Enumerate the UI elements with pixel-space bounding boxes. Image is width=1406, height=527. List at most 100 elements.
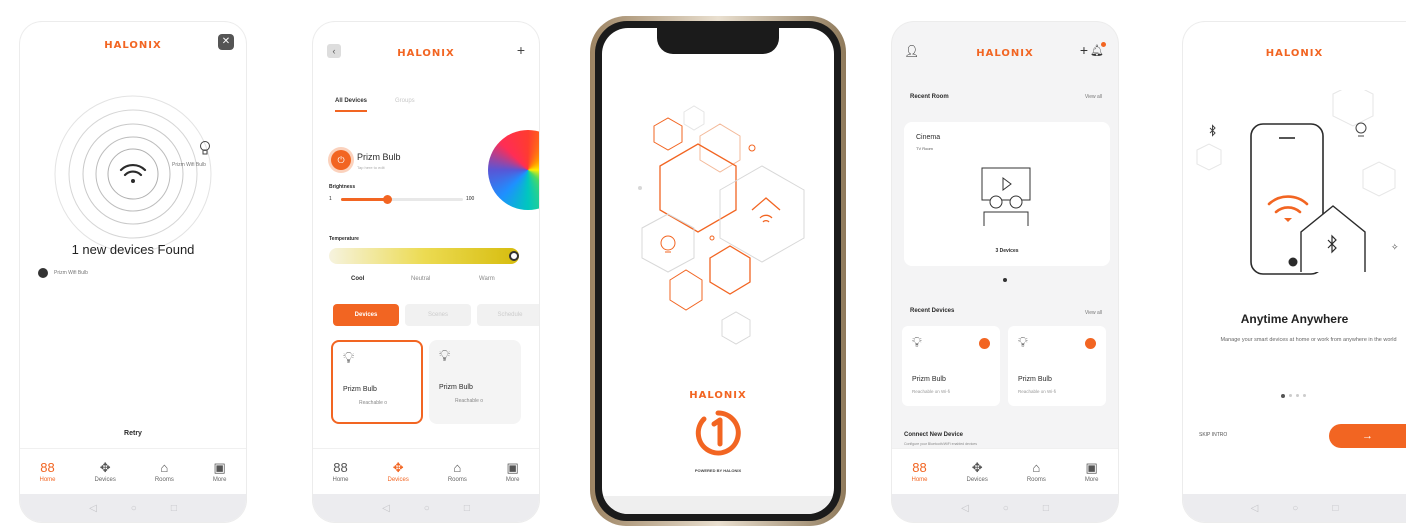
- found-device-row[interactable]: Prizm Wifi Bulb: [38, 268, 88, 278]
- rooms-icon: ⌂: [453, 459, 462, 475]
- system-nav-bar: ◁ ○ □: [313, 494, 539, 522]
- chip-scenes[interactable]: Scenes: [405, 304, 471, 326]
- home-circle-icon[interactable]: ○: [131, 503, 137, 514]
- bulb-small-icon: [1355, 122, 1367, 137]
- add-button[interactable]: +: [1080, 42, 1088, 58]
- device-name: Prizm Bulb: [357, 152, 401, 162]
- brand-logo: HALONIX: [104, 40, 162, 51]
- recent-device-card[interactable]: 💡︎ Prizm Bulb Reachable on Wi-fi: [902, 326, 1000, 406]
- temp-warm[interactable]: Warm: [479, 276, 495, 282]
- bluetooth-small-icon: [1209, 124, 1216, 137]
- nav-rooms[interactable]: ⌂ Rooms: [1027, 461, 1046, 483]
- recents-icon[interactable]: □: [1043, 503, 1049, 514]
- power-dot[interactable]: [979, 338, 990, 349]
- wifi-icon: [1267, 195, 1309, 214]
- nav-devices[interactable]: ✥ Devices: [966, 461, 987, 483]
- found-device-tag: Prizm Wifi Bulb: [172, 162, 206, 168]
- onboarding-body: Manage your smart devices at home or wor…: [1220, 337, 1397, 343]
- temperature-slider[interactable]: [329, 248, 519, 264]
- halonix-one-logo: [695, 410, 741, 456]
- more-icon: ▣: [1085, 459, 1098, 475]
- home-circle-icon[interactable]: ○: [1292, 503, 1298, 514]
- nav-rooms[interactable]: ⌂ Rooms: [448, 461, 467, 483]
- more-icon: ▣: [213, 459, 226, 475]
- svg-text:✧: ✧: [1391, 243, 1399, 253]
- brightness-label: Brightness: [329, 184, 356, 190]
- rooms-icon: ⌂: [160, 459, 169, 475]
- bulb-icon: 💡︎: [912, 334, 922, 350]
- bottom-nav: 88 Home ✥ Devices ⌂ Rooms ▣ More: [20, 448, 246, 494]
- device-card-selected[interactable]: 💡︎ Prizm Bulb Reachable o: [331, 340, 423, 424]
- brand-logo: HALONIX: [689, 390, 747, 401]
- chip-schedule[interactable]: Schedule: [477, 304, 539, 326]
- view-all-rooms[interactable]: View all: [1085, 94, 1102, 100]
- recents-icon[interactable]: □: [464, 503, 470, 514]
- bulb-icon: 💡︎: [1018, 334, 1028, 350]
- connect-device-title[interactable]: Connect New Device: [904, 432, 963, 438]
- next-button[interactable]: →: [1329, 424, 1406, 448]
- retry-button[interactable]: Retry: [20, 430, 246, 437]
- bulb-icon: [200, 141, 210, 155]
- home-grid-icon: 88: [40, 459, 55, 475]
- back-icon[interactable]: ◁: [961, 503, 969, 514]
- nav-home[interactable]: 88 Home: [332, 461, 348, 483]
- recents-icon[interactable]: □: [1332, 503, 1338, 514]
- chip-devices[interactable]: Devices: [333, 304, 399, 326]
- skip-intro-button[interactable]: SKIP INTRO: [1199, 432, 1227, 438]
- tab-all-devices[interactable]: All Devices: [335, 98, 368, 112]
- brightness-thumb[interactable]: [383, 195, 393, 204]
- tab-groups[interactable]: Groups: [395, 98, 415, 104]
- page-dot[interactable]: [1296, 394, 1299, 397]
- found-device-name: Prizm Wifi Bulb: [54, 270, 88, 276]
- notification-badge: [1101, 42, 1106, 47]
- view-all-devices[interactable]: View all: [1085, 310, 1102, 316]
- connect-device-subtitle: Configure your Bluetooth/WiFi enabled de…: [904, 442, 977, 446]
- back-icon[interactable]: ◁: [89, 503, 97, 514]
- home-circle-icon[interactable]: ○: [424, 503, 430, 514]
- nav-rooms[interactable]: ⌂ Rooms: [155, 461, 174, 483]
- device-status: Reachable on Wi-fi: [912, 389, 951, 394]
- powered-by: POWERED BY HALONIX: [694, 468, 742, 473]
- back-icon[interactable]: ◁: [1251, 503, 1259, 514]
- recent-device-card[interactable]: 💡︎ Prizm Bulb Reachable on Wi-fi: [1008, 326, 1106, 406]
- add-button[interactable]: +: [517, 42, 525, 58]
- nav-home[interactable]: 88 Home: [39, 461, 55, 483]
- temp-cool[interactable]: Cool: [351, 276, 364, 282]
- rooms-icon: ⌂: [1032, 459, 1041, 475]
- nav-more[interactable]: ▣ More: [213, 461, 227, 483]
- temperature-label: Temperature: [329, 236, 359, 242]
- page-dot[interactable]: [1289, 394, 1292, 397]
- temp-neutral[interactable]: Neutral: [411, 276, 430, 282]
- room-card[interactable]: Cinema TV Room 3 Devices: [904, 122, 1110, 266]
- nav-devices[interactable]: ✥ Devices: [94, 461, 115, 483]
- home-grid-icon: 88: [912, 459, 927, 475]
- power-button[interactable]: ⏻: [331, 150, 351, 170]
- close-button[interactable]: ✕: [218, 34, 234, 50]
- color-wheel[interactable]: [488, 130, 539, 210]
- brightness-max: 100: [466, 196, 475, 202]
- notification-icon[interactable]: 🔔︎: [1090, 42, 1106, 57]
- iphone-frame: HALONIX POWERED BY HALONIX: [590, 16, 846, 526]
- card-device-status: Reachable o: [359, 400, 388, 406]
- temperature-thumb[interactable]: [509, 251, 519, 261]
- home-circle-icon[interactable]: ○: [1003, 503, 1009, 514]
- dashboard-screen: 👤︎ HALONIX + 🔔︎ Recent Room View all Cin…: [892, 22, 1118, 522]
- page-dot-active[interactable]: [1281, 394, 1285, 398]
- nav-devices[interactable]: ✥ Devices: [387, 461, 408, 483]
- device-card[interactable]: 💡︎ Prizm Bulb Reachable o: [429, 340, 521, 424]
- devices-icon: ✥: [971, 459, 983, 475]
- nav-more[interactable]: ▣ More: [506, 461, 520, 483]
- nav-home[interactable]: 88 Home: [911, 461, 927, 483]
- card-device-status: Reachable o: [455, 398, 484, 404]
- recents-icon[interactable]: □: [171, 503, 177, 514]
- nav-more[interactable]: ▣ More: [1085, 461, 1099, 483]
- bottom-nav: 88 Home ✥ Devices ⌂ Rooms ▣ More: [892, 448, 1118, 494]
- page-dot[interactable]: [1303, 394, 1306, 397]
- system-nav-bar: ◁ ○ □: [892, 494, 1118, 522]
- back-icon[interactable]: ◁: [382, 503, 390, 514]
- devices-icon: ✥: [99, 459, 111, 475]
- splash-screen: HALONIX POWERED BY HALONIX: [602, 28, 834, 514]
- power-dot[interactable]: [1085, 338, 1096, 349]
- brightness-min: 1: [329, 196, 332, 202]
- brightness-slider[interactable]: [341, 195, 463, 204]
